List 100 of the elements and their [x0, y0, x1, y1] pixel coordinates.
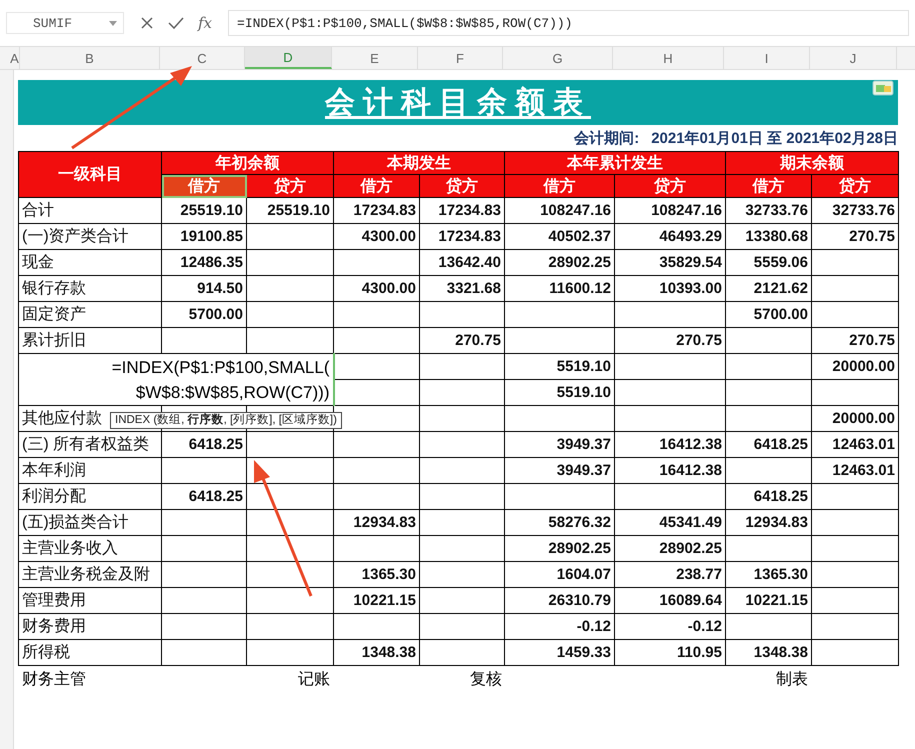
table-cell: 26310.79 — [548, 592, 611, 609]
table-cell: 17234.83 — [438, 202, 501, 219]
row-label: 主营业务收入 — [22, 540, 118, 557]
column-header[interactable]: B — [20, 47, 160, 69]
table-header[interactable]: 借方 — [504, 174, 614, 198]
table-cell: 6418.25 — [188, 436, 243, 453]
image-icon[interactable] — [872, 80, 894, 96]
insert-function-button[interactable]: fx — [198, 14, 212, 32]
table-cell: 1365.30 — [754, 566, 808, 583]
table-cell: 270.75 — [455, 332, 501, 349]
table-cell: 5559.06 — [754, 254, 808, 271]
check-icon[interactable] — [168, 16, 184, 30]
column-header[interactable]: J — [810, 47, 897, 69]
table-cell: 6418.25 — [754, 488, 808, 505]
table-cell: 32733.76 — [745, 202, 808, 219]
table-header[interactable]: 贷方 — [246, 174, 334, 198]
table-header: 一级科目 — [18, 152, 162, 198]
table-cell: 1348.38 — [754, 644, 808, 661]
cell-editor[interactable]: =INDEX(P$1:P$100,SMALL( $W$8:$W$85,ROW(C7))) — [18, 354, 334, 406]
table-cell: 5519.10 — [556, 384, 611, 401]
table-cell: 5519.10 — [556, 358, 611, 375]
table-cell: 12486.35 — [180, 254, 243, 271]
table-cell: 13642.40 — [438, 254, 501, 271]
table-cell: 1348.38 — [362, 644, 416, 661]
table-cell: 10221.15 — [353, 592, 416, 609]
table-cell: 11600.12 — [549, 280, 611, 297]
table-cell: 28902.25 — [659, 540, 722, 557]
column-header[interactable]: F — [418, 47, 503, 69]
row-label: (五)损益类合计 — [22, 514, 129, 531]
table-cell: 35829.54 — [659, 254, 722, 271]
table-header[interactable]: 借方 — [162, 174, 246, 198]
table-cell: -0.12 — [576, 618, 611, 635]
table-cell: 17234.83 — [438, 228, 501, 245]
row-label: 其他应付款 — [22, 410, 102, 427]
table-header: 本年累计发生 — [504, 152, 726, 174]
table-cell: 32733.76 — [832, 202, 895, 219]
table-cell: 16089.64 — [659, 592, 722, 609]
table-cell: 16412.38 — [659, 462, 722, 479]
dropdown-icon[interactable] — [109, 20, 117, 26]
table-cell: 25519.10 — [180, 202, 243, 219]
table-header: 年初余额 — [162, 152, 334, 174]
signature-label: 财务主管 — [22, 670, 86, 690]
table-cell: 46493.29 — [659, 228, 722, 245]
column-header[interactable]: G — [503, 47, 613, 69]
formula-field[interactable]: =INDEX(P$1:P$100,SMALL($W$8:$W$85,ROW(C7))) — [228, 10, 909, 36]
signature-label: 记账 — [298, 670, 330, 690]
table-cell: 4300.00 — [362, 280, 416, 297]
table-cell: 3321.68 — [446, 280, 501, 297]
function-tooltip: INDEX (数组, 行序数, [列序数], [区域序数]) — [110, 412, 342, 429]
table-cell: 108247.16 — [651, 202, 722, 219]
table-header[interactable]: 借方 — [726, 174, 812, 198]
table-header: 本期发生 — [334, 152, 504, 174]
table-header[interactable]: 贷方 — [614, 174, 726, 198]
sheet-title: 会计科目余额表 — [325, 85, 591, 121]
column-header[interactable]: I — [724, 47, 810, 69]
table-cell: 270.75 — [849, 332, 895, 349]
row-label: 合计 — [22, 202, 54, 219]
table-cell: -0.12 — [688, 618, 722, 635]
table-cell: 17234.83 — [353, 202, 416, 219]
row-label: 现金 — [22, 254, 54, 271]
name-box[interactable]: SUMIF — [6, 12, 124, 34]
table-cell: 6418.25 — [188, 488, 243, 505]
table-cell: 12934.83 — [353, 514, 416, 531]
table-cell: 19100.85 — [180, 228, 243, 245]
table-cell: 4300.00 — [362, 228, 416, 245]
table-cell: 45341.49 — [659, 514, 722, 531]
row-label: 本年利润 — [22, 462, 86, 479]
row-label: 累计折旧 — [22, 332, 86, 349]
table-cell: 58276.32 — [548, 514, 611, 531]
period-value: 2021年01月01日 至 2021年02月28日 — [651, 128, 898, 148]
column-header[interactable]: A — [10, 47, 20, 69]
table-cell: 6418.25 — [754, 436, 808, 453]
table-cell: 1459.33 — [556, 644, 611, 661]
table-cell: 914.50 — [197, 280, 243, 297]
table-header[interactable]: 贷方 — [420, 174, 504, 198]
column-header[interactable]: D — [245, 47, 332, 69]
row-label: 主营业务税金及附 — [22, 566, 150, 583]
table-cell: 270.75 — [676, 332, 722, 349]
table-cell: 5700.00 — [754, 306, 808, 323]
row-label: (三) 所有者权益类 — [22, 436, 150, 453]
cancel-icon[interactable] — [140, 16, 154, 30]
row-label: 利润分配 — [22, 488, 86, 505]
table-cell: 28902.25 — [548, 254, 611, 271]
row-label: 所得税 — [22, 644, 70, 661]
table-cell: 28902.25 — [548, 540, 611, 557]
row-label: 固定资产 — [22, 306, 86, 323]
table-cell: 12463.01 — [832, 462, 895, 479]
table-cell: 20000.00 — [832, 358, 895, 375]
table-cell: 16412.38 — [659, 436, 722, 453]
table-cell: 10393.00 — [659, 280, 722, 297]
column-header[interactable]: H — [613, 47, 724, 69]
table-header[interactable]: 借方 — [334, 174, 420, 198]
period-label: 会计期间: — [574, 128, 640, 148]
table-header: 期末余额 — [726, 152, 898, 174]
table-header[interactable]: 贷方 — [812, 174, 898, 198]
table-cell: 1604.07 — [556, 566, 611, 583]
table-cell: 12934.83 — [745, 514, 808, 531]
table-cell: 5700.00 — [188, 306, 243, 323]
column-header[interactable]: E — [332, 47, 418, 69]
row-label: 财务费用 — [22, 618, 86, 635]
